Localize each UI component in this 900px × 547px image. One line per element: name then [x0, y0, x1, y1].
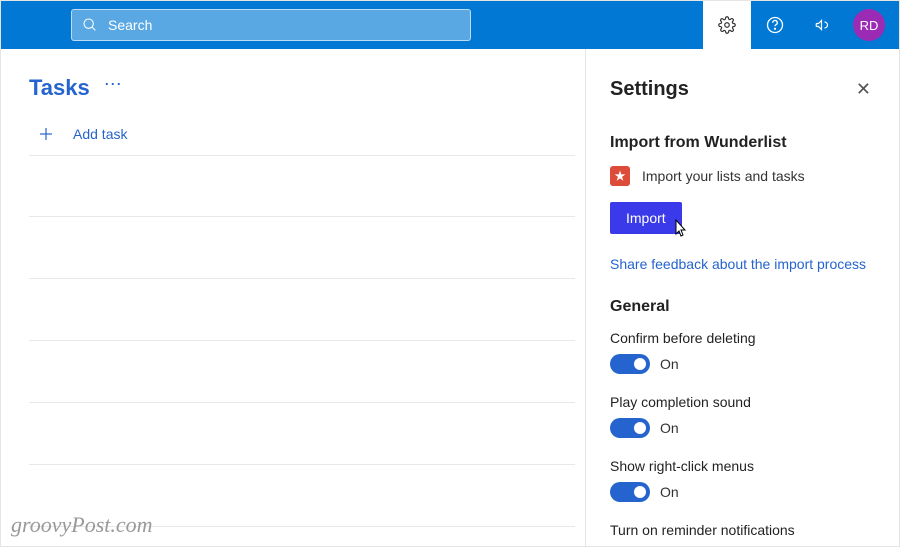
setting-confirm-delete: Confirm before deleting On [610, 330, 875, 374]
settings-gear-button[interactable] [703, 1, 751, 49]
setting-right-click-menus: Show right-click menus On [610, 458, 875, 502]
add-task-label: Add task [73, 126, 127, 142]
top-bar: RD [1, 1, 899, 49]
megaphone-icon [814, 16, 832, 34]
toggle-state: On [660, 484, 679, 500]
task-row[interactable] [29, 403, 575, 465]
toggle-right-click-menus[interactable] [610, 482, 650, 502]
close-settings-button[interactable]: ✕ [852, 75, 875, 104]
settings-panel: Settings ✕ Import from Wunderlist ★ Impo… [585, 49, 899, 546]
list-title: Tasks [29, 75, 90, 101]
setting-label: Confirm before deleting [610, 330, 875, 346]
import-section-title: Import from Wunderlist [610, 134, 875, 152]
watermark: groovyPost.com [11, 512, 153, 538]
gear-icon [718, 16, 736, 34]
feedback-link[interactable]: Share feedback about the import process [610, 256, 875, 272]
setting-label: Show right-click menus [610, 458, 875, 474]
list-menu-button[interactable]: ⋯ [104, 74, 123, 95]
task-row[interactable] [29, 341, 575, 403]
help-button[interactable] [751, 1, 799, 49]
search-icon [82, 17, 98, 33]
add-task-button[interactable]: Add task [29, 115, 585, 149]
import-description: Import your lists and tasks [642, 168, 805, 184]
settings-title: Settings [610, 78, 689, 101]
search-box[interactable] [71, 9, 471, 41]
setting-label: Turn on reminder notifications [610, 522, 875, 538]
toggle-completion-sound[interactable] [610, 418, 650, 438]
setting-completion-sound: Play completion sound On [610, 394, 875, 438]
toggle-state: On [660, 420, 679, 436]
toggle-confirm-delete[interactable] [610, 354, 650, 374]
task-row[interactable] [29, 279, 575, 341]
task-list-area: Tasks ⋯ Add task groovyPost.com [1, 49, 585, 546]
wunderlist-icon: ★ [610, 166, 630, 186]
task-row[interactable] [29, 155, 575, 217]
question-icon [766, 16, 784, 34]
announcements-button[interactable] [799, 1, 847, 49]
general-section-title: General [610, 298, 875, 316]
user-avatar[interactable]: RD [853, 9, 885, 41]
task-list [29, 155, 585, 527]
setting-label: Play completion sound [610, 394, 875, 410]
plus-icon [37, 125, 55, 143]
toggle-state: On [660, 356, 679, 372]
setting-reminder-notifications: Turn on reminder notifications [610, 522, 875, 538]
task-row[interactable] [29, 217, 575, 279]
import-button[interactable]: Import [610, 202, 682, 234]
search-input[interactable] [108, 17, 460, 33]
